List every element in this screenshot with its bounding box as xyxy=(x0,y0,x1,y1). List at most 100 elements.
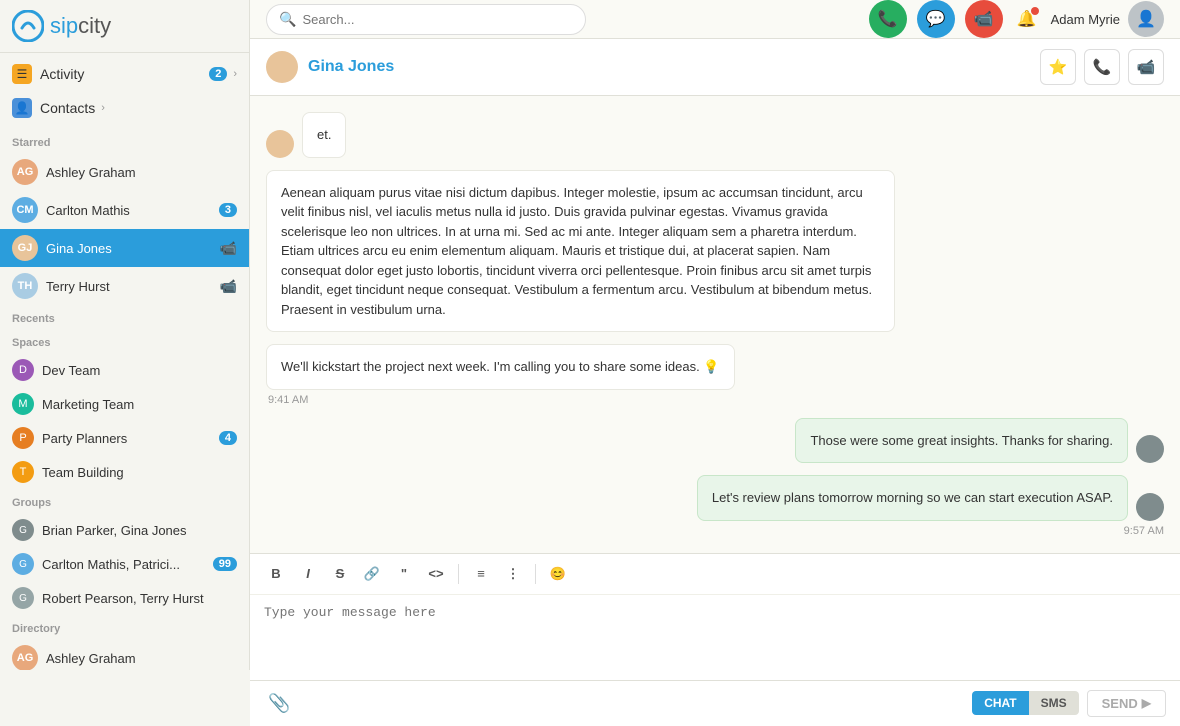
group-icon-1: G xyxy=(12,519,34,541)
starred-gina[interactable]: GJ Gina Jones 📹 xyxy=(0,229,249,267)
logo-text: sipcity xyxy=(50,13,111,39)
attach-button[interactable]: 📎 xyxy=(264,689,294,718)
message-3: We'll kickstart the project next week. I… xyxy=(266,344,735,406)
user-info[interactable]: Adam Myrie 👤 xyxy=(1051,1,1164,37)
msg-bubble-2: Aenean aliquam purus vitae nisi dictum d… xyxy=(266,170,895,333)
topbar: 🔍 📞 💬 📹 🔔 Adam Myrie 👤 xyxy=(250,0,1180,39)
group-robert-terry[interactable]: G Robert Pearson, Terry Hurst xyxy=(0,581,249,615)
message-input[interactable] xyxy=(264,605,1166,665)
party-planners-label: Party Planners xyxy=(42,431,127,446)
msg-bubble-5: Let's review plans tomorrow morning so w… xyxy=(697,475,1128,521)
spaces-list: D Dev Team M Marketing Team P Party Plan… xyxy=(0,353,249,489)
video-button[interactable]: 📹 xyxy=(965,0,1003,38)
starred-carlton[interactable]: CM Carlton Mathis 3 xyxy=(0,191,249,229)
logo-icon xyxy=(12,10,44,42)
phone-button[interactable]: 📞 xyxy=(869,0,907,38)
dev-team-label: Dev Team xyxy=(42,363,100,378)
bold-button[interactable]: B xyxy=(262,560,290,588)
call-button[interactable]: 📞 xyxy=(1084,49,1120,85)
logo-city: city xyxy=(78,13,111,38)
groups-label: Groups xyxy=(0,489,249,513)
notification-button[interactable]: 🔔 xyxy=(1017,9,1037,29)
space-party-planners[interactable]: P Party Planners 4 xyxy=(0,421,249,455)
input-area xyxy=(250,595,1180,680)
ashley-name: Ashley Graham xyxy=(46,165,237,180)
nav-section: ☰ Activity 2 › 👤 Contacts › xyxy=(0,53,249,129)
editor-toolbar: B I S 🔗 " <> ≡ ⋮ 😊 xyxy=(250,553,1180,595)
carlton-badge: 3 xyxy=(219,203,237,217)
send-button[interactable]: SEND ▶ xyxy=(1087,690,1166,717)
emoji-button[interactable]: 😊 xyxy=(544,560,572,588)
msg-text-3: We'll kickstart the project next week. I… xyxy=(281,359,720,374)
group-carlton-patrici[interactable]: G Carlton Mathis, Patrici... 99 xyxy=(0,547,249,581)
video-call-button[interactable]: 📹 xyxy=(1128,49,1164,85)
link-button[interactable]: 🔗 xyxy=(358,560,386,588)
group2-name: Carlton Mathis, Patrici... xyxy=(42,557,180,572)
recents-label: Recents xyxy=(0,305,249,329)
group1-name: Brian Parker, Gina Jones xyxy=(42,523,187,538)
bottom-bar: 📎 CHAT SMS SEND ▶ xyxy=(250,680,1180,726)
terry-name: Terry Hurst xyxy=(46,279,220,294)
send-label: SEND xyxy=(1102,696,1138,711)
avatar-dir-ashley: AG xyxy=(12,645,38,670)
starred-label: Starred xyxy=(0,129,249,153)
unordered-list-button[interactable]: ≡ xyxy=(467,560,495,588)
chat-toggle-button[interactable]: CHAT xyxy=(972,691,1028,715)
strikethrough-button[interactable]: S xyxy=(326,560,354,588)
chevron-right-icon-2: › xyxy=(101,102,105,114)
spaces-label: Spaces xyxy=(0,329,249,353)
search-input[interactable] xyxy=(302,12,573,27)
dir-ashley[interactable]: AG Ashley Graham xyxy=(0,639,249,670)
sidebar-item-activity[interactable]: ☰ Activity 2 › xyxy=(0,57,249,91)
group-brian-gina[interactable]: G Brian Parker, Gina Jones xyxy=(0,513,249,547)
activity-label: Activity xyxy=(40,66,84,82)
sidebar: sipcity ☰ Activity 2 › 👤 Contacts › Star… xyxy=(0,0,250,670)
main-panel: 🔍 📞 💬 📹 🔔 Adam Myrie 👤 Gina Jones ⭐ � xyxy=(250,0,1180,670)
user-avatar: 👤 xyxy=(1128,1,1164,37)
notification-dot xyxy=(1031,7,1039,15)
team-building-label: Team Building xyxy=(42,465,124,480)
italic-button[interactable]: I xyxy=(294,560,322,588)
sidebar-item-contacts[interactable]: 👤 Contacts › xyxy=(0,91,249,125)
space-icon-marketing: M xyxy=(12,393,34,415)
starred-ashley[interactable]: AG Ashley Graham xyxy=(0,153,249,191)
space-icon-dev: D xyxy=(12,359,34,381)
contacts-icon: 👤 xyxy=(12,98,32,118)
dir-ashley-name: Ashley Graham xyxy=(46,651,237,666)
space-marketing-team[interactable]: M Marketing Team xyxy=(0,387,249,421)
quote-button[interactable]: " xyxy=(390,560,418,588)
chat-button[interactable]: 💬 xyxy=(917,0,955,38)
msg-text-4: Those were some great insights. Thanks f… xyxy=(810,433,1113,448)
msg-time-5: 9:57 AM xyxy=(697,525,1164,537)
carlton-name: Carlton Mathis xyxy=(46,203,219,218)
ordered-list-button[interactable]: ⋮ xyxy=(499,560,527,588)
space-dev-team[interactable]: D Dev Team xyxy=(0,353,249,387)
star-button[interactable]: ⭐ xyxy=(1040,49,1076,85)
space-team-building[interactable]: T Team Building xyxy=(0,455,249,489)
logo-sip: sip xyxy=(50,13,78,38)
msg-bubble-3: We'll kickstart the project next week. I… xyxy=(266,344,735,390)
chat-panel: Gina Jones ⭐ 📞 📹 et. Aenea xyxy=(250,39,1180,726)
chat-contact-name: Gina Jones xyxy=(308,58,1030,76)
msg-text-5: Let's review plans tomorrow morning so w… xyxy=(712,490,1113,505)
user-name: Adam Myrie xyxy=(1051,12,1120,27)
marketing-team-label: Marketing Team xyxy=(42,397,134,412)
avatar-gina: GJ xyxy=(12,235,38,261)
chat-header: Gina Jones ⭐ 📞 📹 xyxy=(250,39,1180,96)
toolbar-sep-2 xyxy=(535,564,536,584)
messages-area: et. Aenean aliquam purus vitae nisi dict… xyxy=(250,96,1180,553)
search-icon: 🔍 xyxy=(279,11,296,28)
video-icon-terry: 📹 xyxy=(220,278,237,295)
group2-badge: 99 xyxy=(213,557,237,571)
code-button[interactable]: <> xyxy=(422,560,450,588)
group-icon-3: G xyxy=(12,587,34,609)
msg-avatar-gina-1 xyxy=(266,130,294,158)
send-arrow-icon: ▶ xyxy=(1142,696,1151,710)
starred-terry[interactable]: TH Terry Hurst 📹 xyxy=(0,267,249,305)
search-box[interactable]: 🔍 xyxy=(266,4,586,35)
activity-badge: 2 xyxy=(209,67,227,81)
chat-header-actions: ⭐ 📞 📹 xyxy=(1040,49,1164,85)
sms-toggle-button[interactable]: SMS xyxy=(1029,691,1079,715)
message-2: Aenean aliquam purus vitae nisi dictum d… xyxy=(266,170,895,333)
message-4: Those were some great insights. Thanks f… xyxy=(795,418,1164,464)
